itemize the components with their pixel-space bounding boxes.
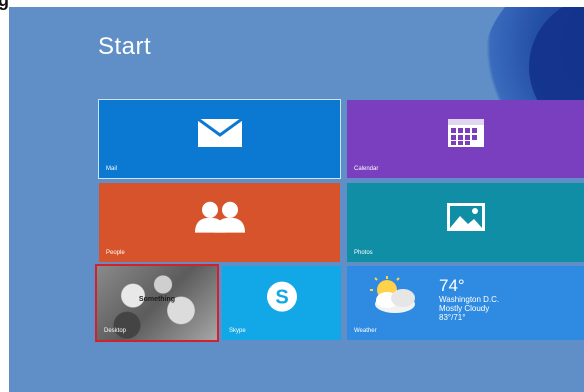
desktop-caption: Something: [138, 296, 176, 303]
tile-photos-label: Photos: [354, 250, 373, 256]
weather-range: 83°/71°: [439, 313, 466, 322]
tile-mail[interactable]: Mail: [98, 99, 341, 179]
tile-people[interactable]: People: [99, 183, 340, 262]
tile-weather[interactable]: 74° Washington D.C. Mostly Cloudy 83°/71…: [347, 266, 584, 340]
window-frame: g Start Mail Calendar People Photos Some…: [0, 0, 584, 392]
tile-calendar-label: Calendar: [354, 166, 379, 172]
tile-calendar[interactable]: Calendar: [347, 100, 584, 178]
cloud-sun-icon: [365, 276, 425, 323]
tile-mail-label: Mail: [106, 166, 118, 172]
envelope-icon: [196, 117, 243, 153]
tile-desktop[interactable]: Something Desktop: [95, 264, 219, 342]
tile-weather-label: Weather: [354, 328, 377, 334]
weather-city: Washington D.C.: [439, 295, 500, 304]
weather-condition: Mostly Cloudy: [439, 304, 490, 313]
start-title: Start: [98, 33, 152, 60]
weather-temperature: 74°: [439, 276, 465, 295]
tile-photos[interactable]: Photos: [347, 183, 584, 262]
people-icon: [192, 200, 248, 237]
corner-glyph: g: [0, 0, 9, 10]
tile-desktop-label: Desktop: [104, 328, 127, 334]
skype-s-icon: S: [265, 280, 299, 319]
tile-skype-label: Skype: [229, 328, 246, 334]
landscape-photo-icon: [446, 202, 486, 237]
calendar-grid-icon: [447, 118, 485, 153]
start-screen: Start Mail Calendar People Photos Someth…: [9, 7, 584, 392]
svg-text:S: S: [275, 287, 288, 309]
tile-skype[interactable]: S Skype: [222, 266, 341, 340]
tile-people-label: People: [106, 250, 125, 256]
